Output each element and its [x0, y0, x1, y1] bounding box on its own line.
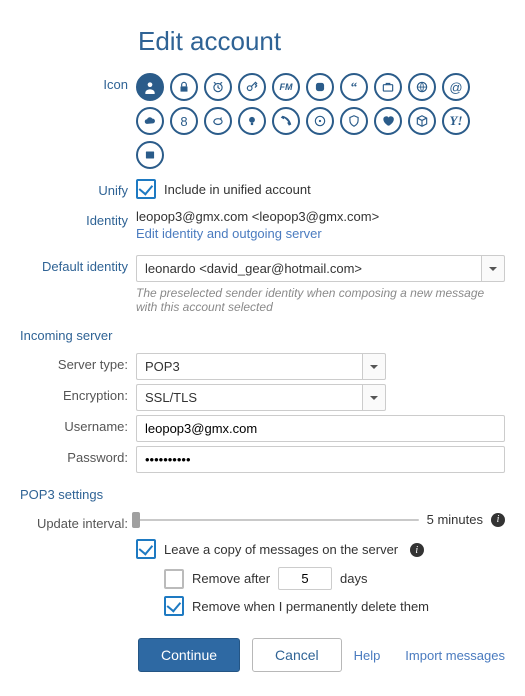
yahoo-y-icon[interactable]: Y! — [442, 107, 470, 135]
label-default-identity: Default identity — [20, 255, 136, 274]
cloud-icon[interactable] — [136, 107, 164, 135]
identity-value: leopop3@gmx.com <leopop3@gmx.com> — [136, 209, 505, 224]
chevron-down-icon[interactable] — [362, 384, 386, 411]
label-icon: Icon — [20, 73, 136, 92]
label-identity: Identity — [20, 209, 136, 228]
piggy-bank-icon[interactable] — [204, 107, 232, 135]
eight-medal-icon[interactable]: 8 — [170, 107, 198, 135]
incoming-server-heading: Incoming server — [20, 328, 505, 343]
provider-icon-grid: FM “ @ 8 Y! — [136, 73, 496, 169]
include-unified-label: Include in unified account — [164, 182, 311, 197]
remove-on-delete-checkbox[interactable]: Remove when I permanently delete them — [164, 596, 429, 616]
label-unify: Unify — [20, 179, 136, 198]
import-messages-link[interactable]: Import messages — [405, 648, 505, 663]
page-title: Edit account — [138, 26, 505, 57]
lightbulb-icon[interactable] — [238, 107, 266, 135]
username-input[interactable] — [136, 415, 505, 442]
update-interval-slider[interactable] — [136, 519, 419, 521]
server-type-value: POP3 — [136, 353, 362, 380]
encryption-value: SSL/TLS — [136, 384, 362, 411]
remove-on-delete-label: Remove when I permanently delete them — [192, 599, 429, 614]
globe-icon[interactable] — [408, 73, 436, 101]
outlook-icon[interactable] — [136, 141, 164, 169]
shield-icon[interactable] — [340, 107, 368, 135]
chevron-down-icon[interactable] — [362, 353, 386, 380]
person-silhouette-icon[interactable] — [136, 73, 164, 101]
leave-copy-checkbox[interactable]: Leave a copy of messages on the server — [136, 539, 398, 559]
info-icon[interactable]: i — [410, 543, 424, 557]
info-icon[interactable]: i — [491, 513, 505, 527]
slider-thumb[interactable] — [132, 512, 140, 528]
label-update-interval: Update interval: — [20, 512, 136, 531]
continue-button[interactable]: Continue — [138, 638, 240, 672]
quotes-icon[interactable]: “ — [340, 73, 368, 101]
heart-icon[interactable] — [374, 107, 402, 135]
default-identity-value: leonardo <david_gear@hotmail.com> — [136, 255, 481, 282]
edit-identity-link[interactable]: Edit identity and outgoing server — [136, 226, 505, 241]
label-username: Username: — [20, 415, 136, 434]
cube-icon[interactable] — [408, 107, 436, 135]
password-input[interactable] — [136, 446, 505, 473]
briefcase-icon[interactable] — [374, 73, 402, 101]
phone-icon[interactable] — [272, 107, 300, 135]
leave-copy-label: Leave a copy of messages on the server — [164, 542, 398, 557]
elephant-icon[interactable] — [306, 73, 334, 101]
include-unified-checkbox[interactable]: Include in unified account — [136, 179, 311, 199]
label-server-type: Server type: — [20, 353, 136, 372]
at-sign-icon[interactable]: @ — [442, 73, 470, 101]
server-type-select[interactable]: POP3 — [136, 353, 386, 380]
remove-after-pre: Remove after — [192, 571, 270, 586]
remove-after-post: days — [340, 571, 367, 586]
label-password: Password: — [20, 446, 136, 465]
remove-after-days-input[interactable] — [278, 567, 332, 590]
encryption-select[interactable]: SSL/TLS — [136, 384, 386, 411]
pop3-settings-heading: POP3 settings — [20, 487, 505, 502]
help-link[interactable]: Help — [354, 648, 381, 663]
fm-letters-icon[interactable]: FM — [272, 73, 300, 101]
label-encryption: Encryption: — [20, 384, 136, 403]
default-identity-hint: The preselected sender identity when com… — [136, 286, 505, 314]
update-interval-value: 5 minutes — [427, 512, 483, 527]
cancel-button[interactable]: Cancel — [252, 638, 342, 672]
remove-after-checkbox[interactable]: Remove after — [164, 569, 270, 589]
default-identity-select[interactable]: leonardo <david_gear@hotmail.com> — [136, 255, 505, 282]
lock-icon[interactable] — [170, 73, 198, 101]
cd-disc-icon[interactable] — [306, 107, 334, 135]
alarm-clock-icon[interactable] — [204, 73, 232, 101]
key-icon[interactable] — [238, 73, 266, 101]
chevron-down-icon[interactable] — [481, 255, 505, 282]
